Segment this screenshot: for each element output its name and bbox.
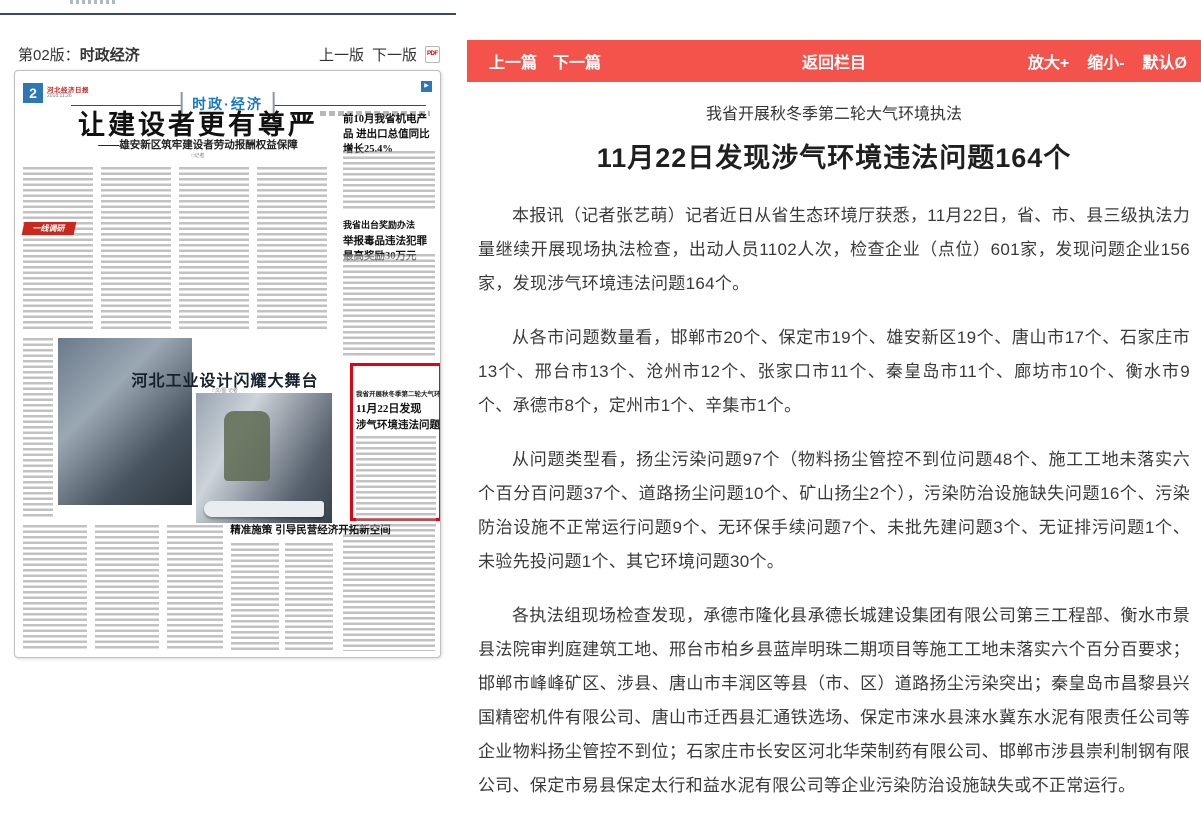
article-toolbar: 上一篇 下一篇 返回栏目 放大+ 缩小- 默认Ø xyxy=(467,40,1201,82)
newsprint-column xyxy=(257,167,327,330)
newspaper-page-thumbnail[interactable]: 2 河北经济日报 2018.11.26 时政·经济 ▶ 让建设者更有尊严 ——雄… xyxy=(14,70,441,658)
reset-zoom-label: 默认 xyxy=(1143,55,1175,72)
newsprint-column xyxy=(343,254,435,356)
article-paragraph: 从各市问题数量看，邯郸市20个、保定市19个、雄安新区19个、唐山市17个、石家… xyxy=(478,321,1190,423)
edition-prefix: 第02版： xyxy=(18,47,80,64)
article-paragraph: 本报讯（记者张艺萌）记者近日从省生态环境厅获悉，11月22日，省、市、县三级执法… xyxy=(478,199,1190,301)
photo-byline: □文/图 记者 xyxy=(115,387,335,394)
toolbar-left-group: 上一篇 下一篇 xyxy=(489,49,601,73)
newsprint-column xyxy=(231,543,279,651)
masthead-date: 2018.11.26 xyxy=(47,93,72,99)
article-kicker: 我省开展秋冬季第二轮大气环境执法 xyxy=(478,100,1190,124)
highlighted-article-bodytext xyxy=(356,436,436,528)
exhibition-photo xyxy=(58,338,192,505)
newsprint-column xyxy=(23,338,53,518)
newsprint-column xyxy=(179,167,249,330)
article-title: 11月22日发现涉气环境违法问题164个 xyxy=(478,136,1190,175)
newsprint-column xyxy=(285,543,333,651)
newsprint-column xyxy=(167,525,223,651)
highlighted-article-title-line1: 11月22日发现 xyxy=(356,400,436,416)
zoom-in-button[interactable]: 放大+ xyxy=(1028,49,1069,73)
corner-arrow-icon[interactable]: ▶ xyxy=(421,81,432,92)
photo-person-shape xyxy=(224,411,270,481)
highlighted-article-box[interactable]: 我省开展秋冬季第二轮大气环境执法 11月22日发现 涉气环境违法问题164个 xyxy=(350,363,441,521)
newsprint-column xyxy=(101,167,171,330)
prev-article-button[interactable]: 上一篇 xyxy=(489,49,537,73)
article-paragraphs: 本报讯（记者张艺萌）记者近日从省生态环境厅获悉，11月22日，省、市、县三级执法… xyxy=(478,199,1190,803)
next-article-button[interactable]: 下一篇 xyxy=(553,49,601,73)
edition-label: 第02版：时政经济 xyxy=(18,44,140,65)
page-number-badge: 2 xyxy=(23,83,43,103)
pdf-icon-text: PDF xyxy=(427,51,438,57)
article-paragraph: 各执法组现场检查发现，承德市隆化县承德长城建设集团有限公司第三工程部、衡水市景县… xyxy=(478,599,1190,803)
tag-badge: 一线调研 xyxy=(22,222,77,235)
back-to-section-button[interactable]: 返回栏目 xyxy=(802,55,866,72)
prev-page-link[interactable]: 上一版 xyxy=(319,44,364,65)
newsprint-column xyxy=(23,167,93,330)
article-paragraph: 从问题类型看，扬尘污染问题97个（物料扬尘管控不到位问题48个、施工工地未落实六… xyxy=(478,443,1190,579)
newsprint-column xyxy=(343,151,435,211)
header-divider xyxy=(0,13,456,15)
edition-header: 第02版：时政经济 上一版 下一版 PDF xyxy=(18,44,440,65)
newsprint-column xyxy=(23,525,87,651)
right-headline-2-line1: 我省出台奖励办法 xyxy=(343,218,435,231)
page-navigation: 上一版 下一版 PDF xyxy=(319,44,440,65)
edition-section: 时政经济 xyxy=(80,47,140,64)
headline-sub: ——雄安新区筑牢建设者劳动报酬权益保障 xyxy=(63,137,333,152)
highlighted-article-title-line2: 涉气环境违法问题164个 xyxy=(356,417,436,432)
pdf-icon[interactable]: PDF xyxy=(425,46,440,63)
reset-circle-icon: Ø xyxy=(1175,55,1187,73)
vr-demo-photo xyxy=(196,393,332,523)
toolbar-center-group: 返回栏目 xyxy=(802,49,866,73)
headline-byline: □记者 xyxy=(63,152,333,159)
next-page-link[interactable]: 下一版 xyxy=(372,44,417,65)
zoom-out-button[interactable]: 缩小- xyxy=(1087,49,1124,73)
highlighted-article-kicker: 我省开展秋冬季第二轮大气环境执法 xyxy=(356,388,436,398)
reset-zoom-button[interactable]: 默认Ø xyxy=(1143,49,1187,73)
newspaper-page-inner: 2 河北经济日报 2018.11.26 时政·经济 ▶ 让建设者更有尊严 ——雄… xyxy=(23,79,432,657)
clipped-nav-artifact xyxy=(70,0,116,4)
article-body: 我省开展秋冬季第二轮大气环境执法 11月22日发现涉气环境违法问题164个 本报… xyxy=(467,82,1201,823)
newsprint-column xyxy=(95,525,159,651)
newsprint-column xyxy=(343,529,435,651)
article-panel: 上一篇 下一篇 返回栏目 放大+ 缩小- 默认Ø 我省开展秋冬季第二轮大气环境执… xyxy=(467,0,1201,658)
toolbar-right-group: 放大+ 缩小- 默认Ø xyxy=(1028,49,1187,73)
photo-train-model-shape xyxy=(204,501,324,517)
